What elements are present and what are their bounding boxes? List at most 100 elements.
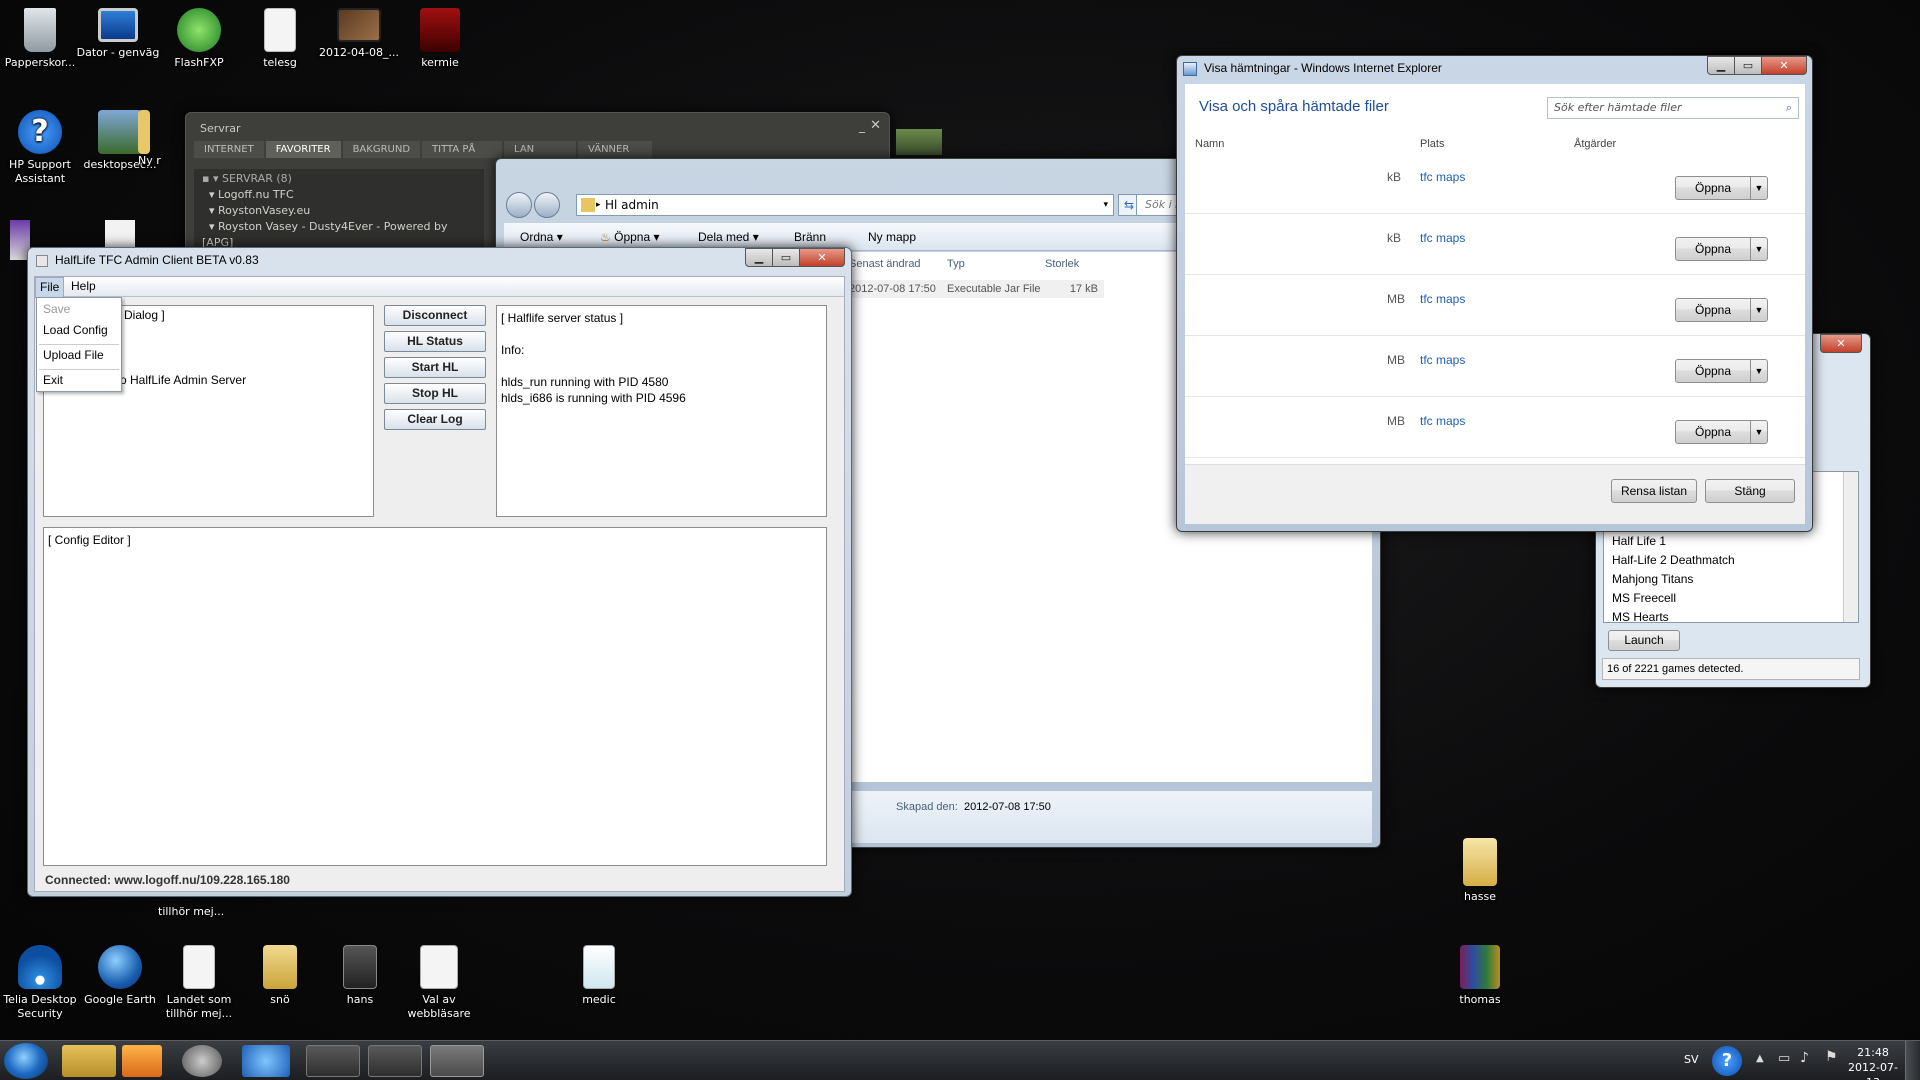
list-item[interactable]: Half-Life 2 Deathmatch [1612,551,1850,570]
desktop-icon-landet[interactable]: Landet som tillhör mej... [157,945,241,1021]
language-indicator[interactable]: SV [1684,1053,1699,1066]
menu-help[interactable]: Help [67,277,100,296]
chevron-down-icon[interactable]: ▼ [1750,298,1768,322]
minimize-icon[interactable]: _ [859,119,865,133]
desktop-icon-telia[interactable]: Telia Desktop Security [0,945,82,1021]
download-location[interactable]: tfc maps [1420,292,1465,306]
close-icon[interactable]: ✕ [870,118,881,133]
download-row[interactable]: MB tfc maps Öppna ▼ [1185,276,1805,336]
chevron-up-icon[interactable]: ▲ [1756,1053,1764,1064]
back-icon[interactable] [506,192,532,218]
desktop-icon-sno[interactable]: snö [238,945,322,1007]
minimize-button[interactable]: ▁ [745,248,773,267]
clear-list-button[interactable]: Rensa listan [1611,479,1697,503]
tab-favorites[interactable]: FAVORITER [265,141,341,158]
list-item[interactable]: MS Hearts [1612,608,1850,627]
desktop-icon-computer[interactable]: Dator - genväg [76,8,160,60]
chevron-down-icon[interactable]: ▼ [1750,237,1768,261]
start-hl-button[interactable]: Start HL [384,357,486,378]
disconnect-button[interactable]: Disconnect [384,305,486,326]
search-input[interactable]: Sök efter hämtade filer ⌕ [1547,97,1799,119]
open-button[interactable]: Öppna [1675,176,1751,200]
tab-spectate[interactable]: TITTA PÅ [422,141,503,158]
menu-item-load-config[interactable]: Load Config [43,323,108,337]
download-row[interactable]: MB tfc maps Öppna ▼ [1185,398,1805,458]
address-bar[interactable]: ▸ Hl admin ▾ [576,194,1114,216]
java-task-icon[interactable] [430,1045,484,1077]
column-type[interactable]: Typ [947,258,965,270]
desktop-icon-kermie[interactable]: kermie [398,8,482,70]
close-button[interactable]: ✕ [1820,334,1862,353]
show-desktop-button[interactable] [1905,1041,1920,1080]
game-task-icon[interactable] [306,1045,360,1077]
download-location[interactable]: tfc maps [1420,414,1465,428]
column-actions[interactable]: Åtgärder [1574,138,1616,150]
desktop-icon-medic[interactable]: medic [557,945,641,1007]
forward-icon[interactable] [534,192,560,218]
tab-friends[interactable]: VÄNNER [578,141,653,158]
start-button[interactable] [4,1043,48,1079]
download-row[interactable]: kB tfc maps Öppna ▼ [1185,215,1805,275]
menu-file[interactable]: File [35,277,65,298]
config-editor[interactable]: [ Config Editor ] [43,527,827,866]
column-name[interactable]: Namn [1195,138,1224,150]
download-row[interactable]: kB tfc maps Öppna ▼ [1185,154,1805,214]
new-folder-button[interactable]: Ny mapp [868,223,916,251]
steam-task-icon[interactable] [368,1045,422,1077]
desktop-icon-hasse[interactable]: hasse [1438,838,1522,904]
clear-log-button[interactable]: Clear Log [384,409,486,430]
desktop-icon-telesg[interactable]: telesg [238,8,322,70]
maximize-button[interactable]: ▭ [1734,56,1762,75]
desktop-icon-ny[interactable]: Ny r [138,110,188,168]
desktop-icon-recycle-bin[interactable]: Papperskor... [0,8,82,70]
launch-button[interactable]: Launch [1608,630,1680,651]
help-icon[interactable]: ? [1712,1046,1742,1076]
column-size[interactable]: Storlek [1045,258,1079,270]
column-location[interactable]: Plats [1420,138,1444,150]
stop-hl-button[interactable]: Stop HL [384,383,486,404]
menu-item-upload-file[interactable]: Upload File [43,348,104,362]
open-button[interactable]: Öppna [1675,359,1751,383]
chevron-down-icon[interactable]: ▾ [1103,195,1108,215]
tab-lan[interactable]: LAN [504,141,577,158]
download-location[interactable]: tfc maps [1420,231,1465,245]
close-button[interactable]: ✕ [799,248,845,267]
download-row[interactable]: MB tfc maps Öppna ▼ [1185,337,1805,397]
desktop-icon-thomas[interactable]: thomas [1438,945,1522,1007]
internet-explorer-task-icon[interactable] [242,1045,290,1077]
list-item[interactable]: MS Freecell [1612,589,1850,608]
maximize-button[interactable]: ▭ [772,248,800,267]
scrollbar[interactable] [1843,472,1858,622]
media-player-task-icon[interactable] [122,1045,162,1077]
desktop-icon-hp-support[interactable]: ? HP Support Assistant [0,110,82,186]
open-button[interactable]: Öppna [1675,298,1751,322]
explorer-task-icon[interactable] [62,1045,116,1077]
desktop-icon-google-earth[interactable]: Google Earth [78,945,162,1007]
desktop-icon-video[interactable]: 2012-04-08_... [317,8,401,60]
server-row[interactable]: ▾ RoystonVasey.eu [202,203,476,219]
chevron-down-icon[interactable]: ▼ [1750,359,1768,383]
close-button[interactable]: ✕ [1761,56,1807,75]
desktop-icon-hans[interactable]: hans [318,945,402,1007]
open-button[interactable]: Öppna [1675,237,1751,261]
menu-item-exit[interactable]: Exit [43,373,63,387]
hl-status-button[interactable]: HL Status [384,331,486,352]
hp-task-icon[interactable] [182,1045,222,1077]
server-group-header[interactable]: ▪ ▾ SERVRAR (8) [202,171,476,187]
list-item[interactable]: Half Life 1 [1612,532,1850,551]
desktop-icon-browser-choice[interactable]: Val av webbläsare [397,945,481,1021]
minimize-button[interactable]: ▁ [1707,56,1735,75]
clock[interactable]: 21:48 2012-07-13 [1848,1045,1898,1080]
flag-icon[interactable]: ⚑ [1825,1049,1838,1065]
list-item[interactable]: Mahjong Titans [1612,570,1850,589]
close-downloads-button[interactable]: Stäng [1705,479,1795,503]
chevron-down-icon[interactable]: ▼ [1750,176,1768,200]
volume-icon[interactable]: ♪ [1800,1050,1809,1066]
column-modified[interactable]: Senast ändrad [849,258,921,270]
download-location[interactable]: tfc maps [1420,353,1465,367]
desktop-icon-flashfxp[interactable]: FlashFXP [157,8,241,70]
tab-internet[interactable]: INTERNET [194,141,264,158]
open-button[interactable]: Öppna [1675,420,1751,444]
server-row[interactable]: ▾ Logoff.nu TFC [202,187,476,203]
download-location[interactable]: tfc maps [1420,170,1465,184]
